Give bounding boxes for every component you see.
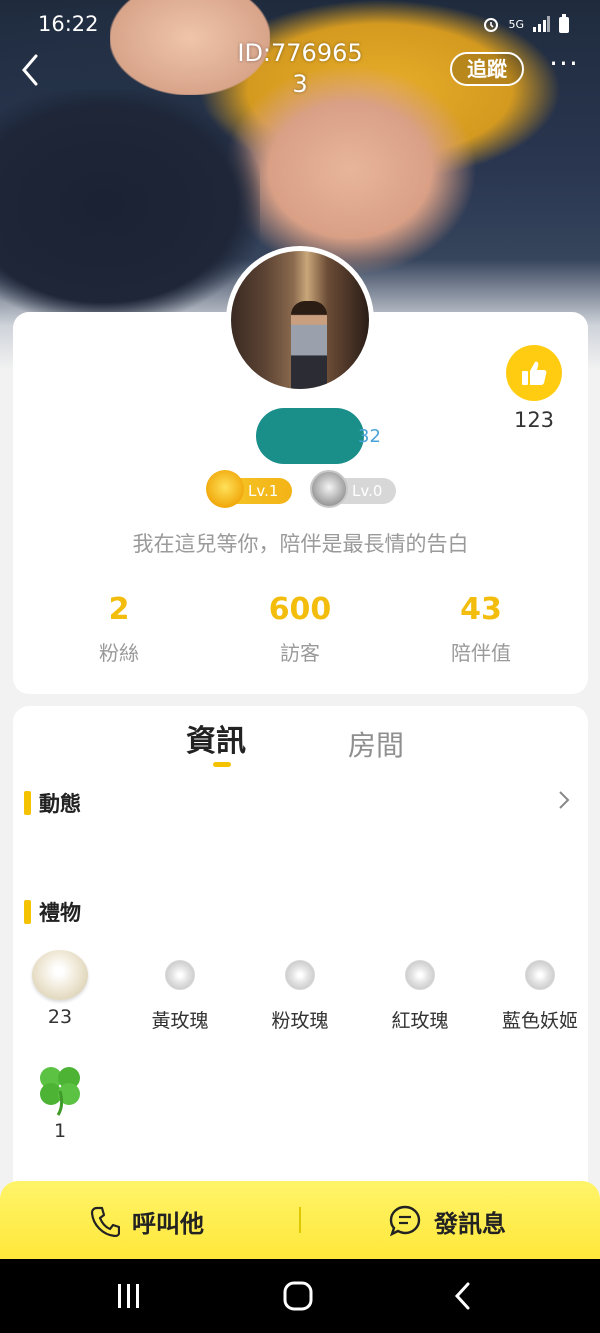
rose-icon: [525, 960, 555, 990]
rose-icon: [405, 960, 435, 990]
section-moments-label: 動態: [39, 792, 81, 816]
rose-icon: [165, 960, 195, 990]
tab-room[interactable]: 房間: [348, 724, 404, 764]
recent-apps-icon: [118, 1284, 139, 1308]
gift-label: 粉玫瑰: [271, 1010, 329, 1032]
call-button[interactable]: 呼叫他: [90, 1200, 204, 1242]
white-rose-icon: [32, 950, 88, 1000]
message-button[interactable]: 發訊息: [388, 1200, 506, 1242]
gift-yellow-rose[interactable]: 黃玫瑰: [125, 946, 235, 1033]
gift-blue-enchantress[interactable]: 藍色妖姬: [485, 946, 595, 1033]
profile-id: ID:776965 3: [237, 39, 363, 98]
nav-back-button[interactable]: [448, 1278, 488, 1314]
stat-label: 訪客: [280, 641, 320, 665]
stat-value: 43: [460, 592, 502, 627]
call-label: 呼叫他: [132, 1209, 204, 1238]
crown-icon: [206, 470, 244, 508]
home-icon: [283, 1281, 313, 1311]
avatar-person: [291, 301, 327, 389]
stat-label: 陪伴值: [451, 641, 511, 665]
gift-label: 黃玫瑰: [151, 1010, 209, 1032]
home-button[interactable]: [278, 1278, 318, 1314]
stat-value: 600: [268, 592, 332, 627]
phone-icon: [90, 1206, 120, 1237]
section-moments[interactable]: 動態: [24, 788, 81, 818]
tab-active-indicator: [213, 762, 231, 767]
stat-visitors[interactable]: 600 訪客: [235, 592, 365, 666]
signal-icon: [533, 16, 550, 32]
follow-button[interactable]: 追蹤: [450, 52, 524, 86]
gift-clover[interactable]: 1: [5, 1060, 115, 1142]
avatar[interactable]: [226, 246, 374, 394]
like-count: 123: [513, 408, 555, 432]
chevron-right-icon[interactable]: [554, 788, 574, 812]
charm-level-badge: Lv.0: [310, 470, 396, 508]
chat-bubble-icon: [389, 1205, 421, 1237]
section-gifts-label: 禮物: [39, 901, 81, 925]
rose-icon: [285, 960, 315, 990]
like-button[interactable]: [506, 345, 562, 401]
stat-companion[interactable]: 43 陪伴值: [416, 592, 546, 666]
tab-info[interactable]: 資訊: [186, 716, 246, 760]
stat-label: 粉絲: [99, 641, 139, 665]
gift-count: 1: [53, 1120, 67, 1142]
gift-red-rose[interactable]: 紅玫瑰: [365, 946, 475, 1033]
profile-bio: 我在這兒等你，陪伴是最長情的告白: [132, 532, 469, 556]
bag-icon: [310, 470, 348, 508]
gift-count: 23: [47, 1006, 73, 1028]
username-level-number: 32: [358, 426, 381, 447]
stat-fans[interactable]: 2 粉絲: [54, 592, 184, 666]
gift-label: 紅玫瑰: [391, 1010, 449, 1032]
four-leaf-clover-icon: [40, 1067, 80, 1116]
gift-white-rose[interactable]: 23: [5, 946, 115, 1028]
battery-icon: [559, 14, 569, 33]
chevron-left-icon: [454, 1282, 470, 1310]
gift-label: 藍色妖姬: [501, 1010, 578, 1032]
wealth-level-badge: Lv.1: [206, 470, 292, 508]
section-marker: [24, 900, 31, 924]
section-marker: [24, 791, 31, 815]
action-divider: [299, 1207, 301, 1233]
thumbs-up-icon: [522, 361, 547, 385]
username-redacted: [256, 408, 364, 464]
status-time: 16:22: [38, 12, 99, 36]
status-icons: 5G: [482, 14, 570, 34]
alarm-icon: [484, 18, 499, 32]
wealth-level-label: Lv.1: [248, 482, 279, 500]
network-label: 5G: [508, 17, 524, 31]
section-gifts: 禮物: [24, 897, 81, 927]
more-menu-button[interactable]: ···: [544, 50, 584, 86]
charm-level-label: Lv.0: [352, 482, 383, 500]
chevron-left-icon: [22, 54, 38, 86]
back-button[interactable]: [16, 52, 46, 88]
recent-apps-button[interactable]: [114, 1278, 154, 1314]
cover-photo-shirt: [0, 90, 260, 320]
message-label: 發訊息: [434, 1209, 506, 1238]
stat-value: 2: [108, 592, 130, 627]
gift-pink-rose[interactable]: 粉玫瑰: [245, 946, 355, 1033]
